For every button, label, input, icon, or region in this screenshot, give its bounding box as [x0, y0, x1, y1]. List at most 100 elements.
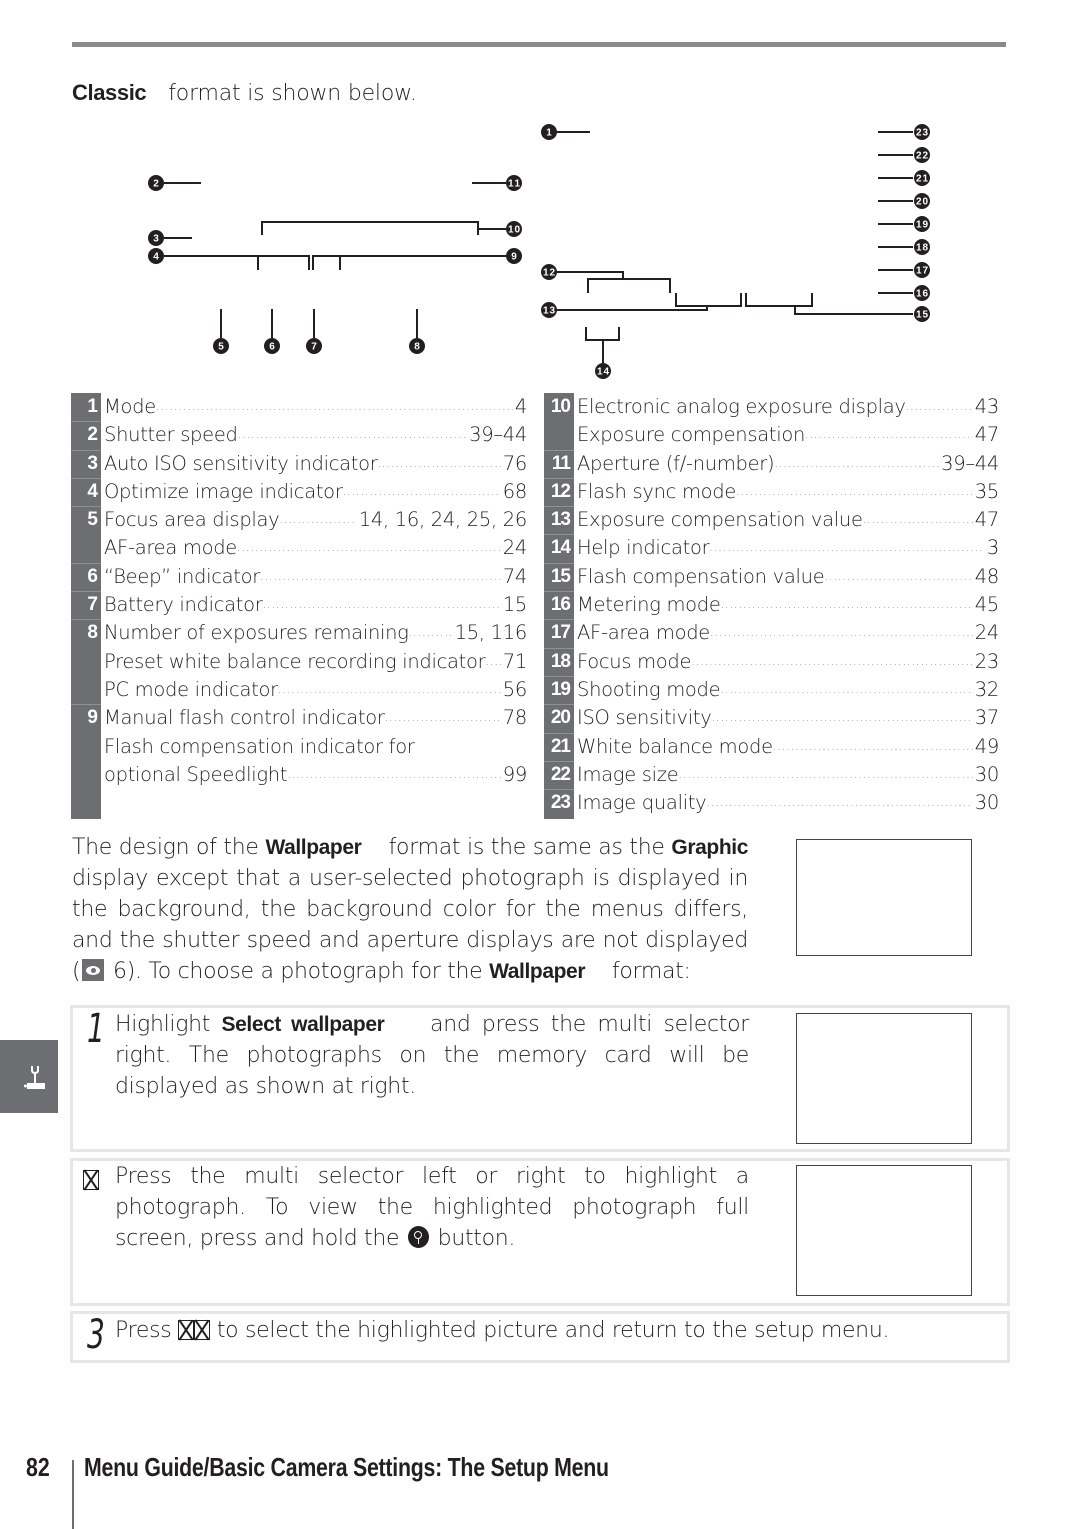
callout-marker-16: 16: [914, 285, 930, 301]
legend-page-ref[interactable]: 74: [501, 563, 528, 591]
legend-page-ref[interactable]: 30: [973, 789, 1000, 817]
legend-page-ref[interactable]: 39–44: [939, 450, 999, 478]
step-number: 3: [87, 1312, 105, 1358]
leader-dots: [863, 506, 973, 534]
leader-dots: [678, 761, 972, 789]
callout-label: 7: [311, 342, 317, 353]
legend-page-ref[interactable]: 24: [501, 534, 528, 562]
legend-label: Battery indicator: [104, 593, 263, 617]
page-reference[interactable]: 6). To: [113, 959, 171, 984]
legend-row: AF-area mode 24: [71, 534, 527, 562]
leader-dots: [906, 393, 973, 421]
callout-marker-23: 23: [914, 124, 930, 140]
legend-number: 7: [87, 594, 98, 616]
legend-row: optional Speedlight 99: [71, 761, 527, 789]
callout-label: 9: [511, 252, 517, 263]
legend-label: Help indicator: [577, 536, 710, 560]
legend-page-ref[interactable]: 30: [973, 761, 1000, 789]
legend-number: 2: [87, 424, 98, 446]
step-text-part: Press the multi selector left or right t…: [115, 1164, 749, 1251]
legend-row: 6 “Beep” indicator 74: [71, 562, 528, 591]
legend-number: 14: [550, 537, 571, 559]
legend-page-ref[interactable]: 37: [973, 704, 1000, 732]
legend-page-ref[interactable]: 76: [501, 450, 528, 478]
legend-page-ref[interactable]: 4: [513, 393, 527, 421]
leader-dots: [773, 733, 973, 761]
callout-label: 10: [508, 225, 520, 236]
legend-page-ref[interactable]: 47: [973, 506, 1000, 534]
legend-page-ref[interactable]: 45: [973, 591, 1000, 619]
setup-menu-tab[interactable]: [0, 1040, 58, 1113]
legend-page-ref[interactable]: 47: [973, 421, 1000, 449]
step-text-part: Press: [115, 1318, 172, 1343]
legend-label: Exposure compensation: [577, 423, 806, 447]
step-text: Press to select the highlighted picture …: [115, 1315, 975, 1346]
legend-label: Shutter speed: [104, 423, 238, 447]
legend-page-ref[interactable]: 35: [973, 478, 1000, 506]
step-2: Press the multi selector left or right t…: [70, 1158, 1010, 1306]
legend-page-ref[interactable]: 39–44: [467, 421, 527, 449]
legend-row: 1 Mode 4: [71, 393, 527, 421]
step-text-part: to select the highlighted picture and re…: [216, 1318, 890, 1343]
leader-dots: [706, 789, 972, 817]
legend-number: [71, 648, 101, 676]
callout-label: 21: [916, 174, 928, 185]
legend-label: Focus mode: [577, 649, 692, 673]
legend-page-ref[interactable]: 15, 116: [453, 619, 528, 647]
legend-page-ref[interactable]: 71: [501, 648, 528, 676]
legend-number: 9: [87, 707, 98, 729]
legend-number: [544, 421, 574, 449]
legend-number: 15: [550, 565, 571, 587]
para-text: The design of the: [72, 835, 259, 860]
legend-label: Flash compensation value: [577, 564, 825, 588]
callout-marker-8: 8: [409, 338, 425, 354]
legend-label: “Beep” indicator: [104, 564, 260, 588]
callout-marker-6: 6: [264, 338, 280, 354]
legend-row: 4 Optimize image indicator 68: [71, 477, 528, 506]
legend-page-ref[interactable]: 49: [973, 733, 1000, 761]
legend-page-ref[interactable]: 68: [501, 478, 528, 506]
legend-page-ref[interactable]: 78: [501, 704, 528, 732]
legend-number: 23: [550, 792, 571, 814]
legend-page-ref[interactable]: 99: [501, 761, 528, 789]
legend-row: 9 Manual flash control indicator 78: [71, 704, 527, 732]
callout-marker-11: 11: [506, 175, 522, 191]
ok-button-icon: [178, 1320, 195, 1340]
legend-label: Flash sync mode: [577, 479, 737, 503]
legend-number: [71, 534, 101, 562]
callout-diagram: 12345 6 7 891011121314151617181920212223: [148, 124, 930, 379]
legend-page-ref[interactable]: 23: [973, 648, 1000, 676]
legend-page-ref[interactable]: 15: [501, 591, 528, 619]
legend-row: 3 Auto ISO sensitivity indicator 76: [71, 449, 528, 478]
legend-number: 20: [550, 707, 571, 729]
callout-marker-13: 13: [541, 302, 557, 318]
legend-row: Preset white balance recording indicator…: [71, 648, 527, 676]
callout-marker-20: 20: [914, 193, 930, 209]
para-text: choose a photograph for the: [177, 959, 483, 984]
legend-page-ref[interactable]: 56: [501, 676, 528, 704]
legend-label: Focus area display: [104, 508, 280, 532]
legend-row: 22 Image size 30: [544, 760, 1000, 789]
legend-page-ref[interactable]: 32: [973, 676, 1000, 704]
callout-label: 14: [597, 367, 609, 378]
step-text-part: button.: [437, 1226, 516, 1251]
leader-dots: [343, 478, 501, 506]
legend-page-ref[interactable]: 3: [985, 534, 999, 562]
leader-dots: [736, 478, 973, 506]
callout-marker-17: 17: [914, 262, 930, 278]
screen-illustration: [796, 839, 972, 956]
legend-label: ISO sensitivity: [577, 706, 712, 730]
legend-page-ref[interactable]: 24: [973, 619, 1000, 647]
legend-row: 10 Electronic analog exposure display 43: [544, 393, 999, 421]
step-1: 1 Highlight Select wallpaper and press t…: [70, 1005, 1010, 1152]
legend-page-ref[interactable]: 43: [973, 393, 1000, 421]
legend-page-ref[interactable]: 14, 16, 24, 25, 26: [357, 506, 528, 534]
legend-page-ref[interactable]: 48: [973, 563, 1000, 591]
step-text: Highlight Select wallpaper and press the…: [115, 1009, 749, 1102]
legend-number: 1: [87, 396, 98, 417]
callout-label: 11: [508, 179, 520, 190]
legend-row: 16 Metering mode 45: [544, 591, 999, 619]
legend-label: AF-area mode: [577, 621, 710, 645]
step-text-part: Highlight: [115, 1012, 211, 1037]
legend-row: 12 Flash sync mode 35: [544, 477, 1000, 506]
